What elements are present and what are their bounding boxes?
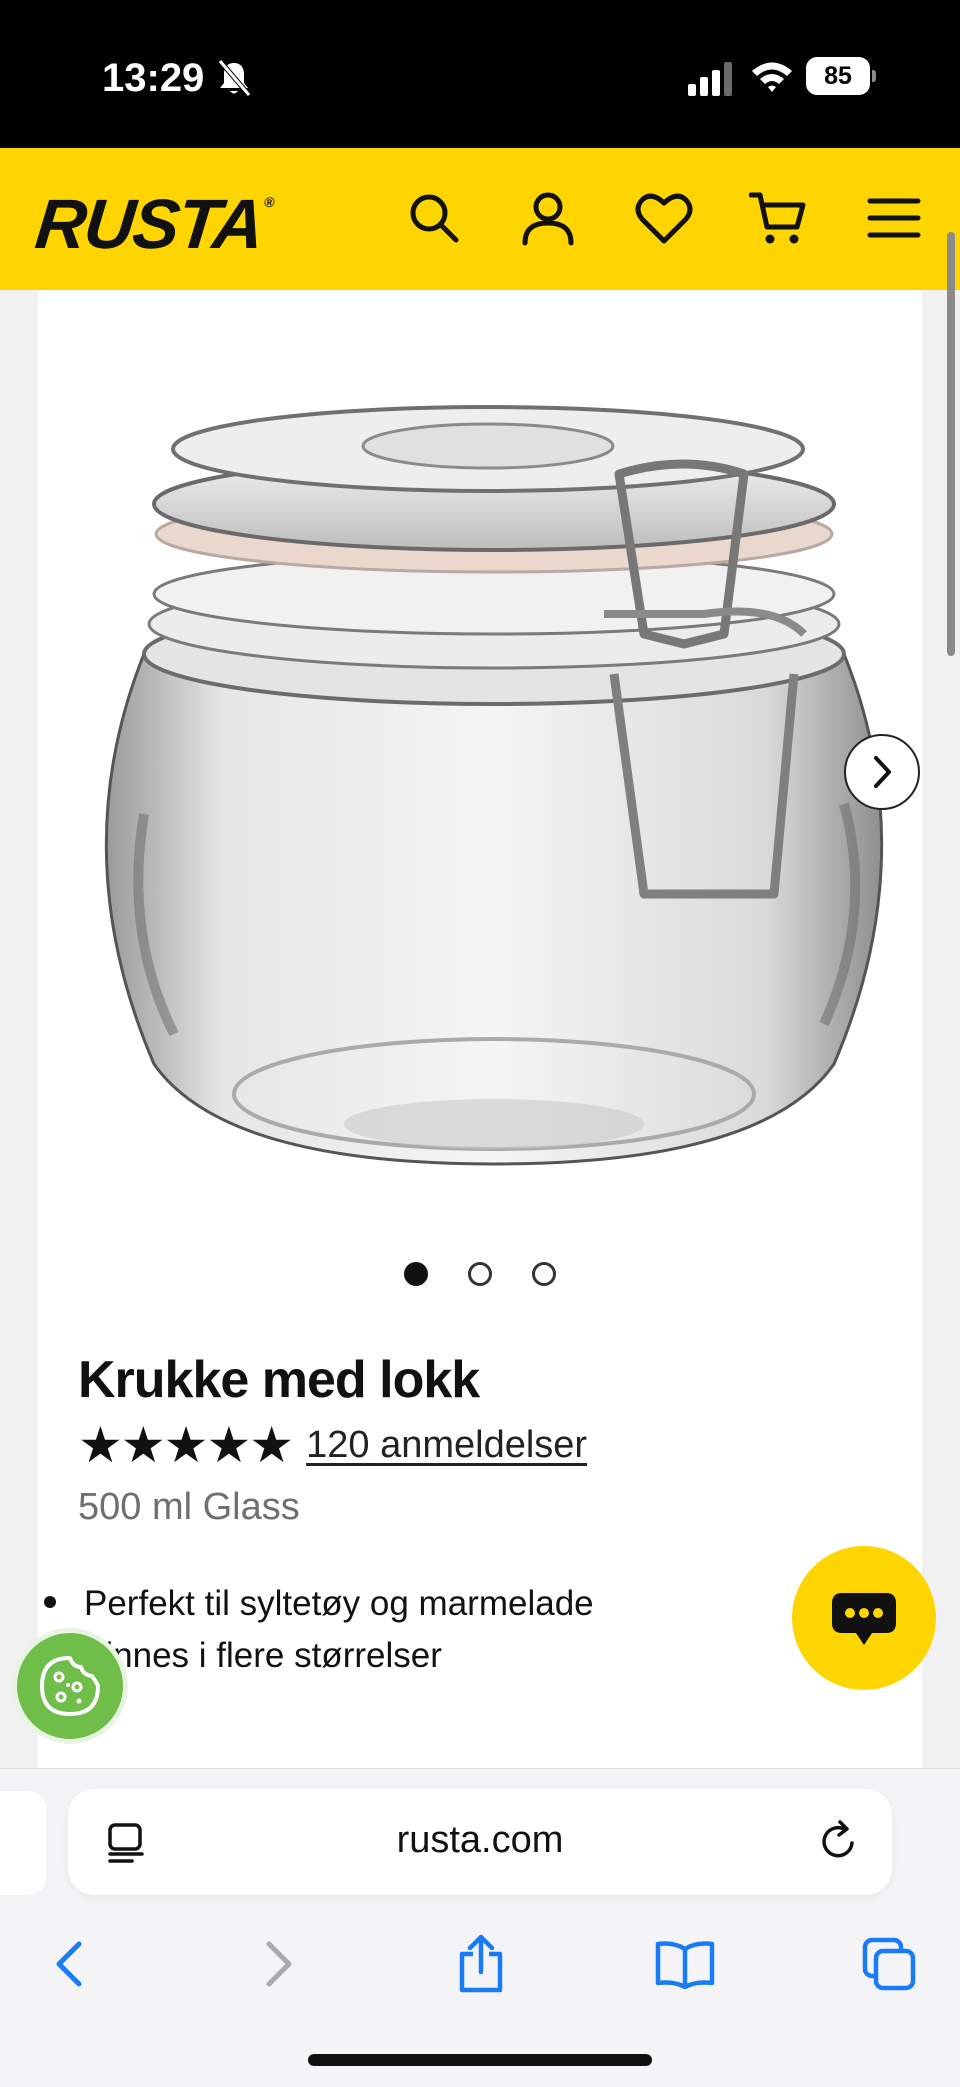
forward-button[interactable] (244, 1929, 314, 1999)
product-variant: 500 ml Glass (78, 1486, 300, 1528)
heart-icon (635, 193, 693, 244)
rusta-logo[interactable]: RUSTA® (32, 184, 275, 264)
home-indicator[interactable] (308, 2054, 652, 2066)
site-header: RUSTA® (0, 148, 960, 290)
feature-text: Perfekt til syltetøy og marmelade (84, 1584, 594, 1623)
chat-bubble-icon (832, 1593, 896, 1645)
chevron-right-icon (874, 756, 891, 788)
pagination-dot-1[interactable] (404, 1262, 428, 1286)
feature-item: Perfekt til syltetøy og marmelade (44, 1584, 594, 1624)
search-icon (410, 194, 459, 243)
menu-button[interactable] (864, 188, 924, 248)
cart-icon (749, 192, 806, 244)
wishlist-button[interactable] (634, 188, 694, 248)
logo-text: RUSTA (31, 185, 267, 263)
search-button[interactable] (404, 188, 464, 248)
image-next-button[interactable] (844, 734, 920, 810)
book-icon (655, 1941, 715, 1989)
image-pagination (404, 1262, 556, 1286)
account-icon (522, 192, 574, 246)
account-button[interactable] (518, 188, 578, 248)
product-card: Krukke med lokk ★★★★★ 120 anmeldelser 50… (38, 290, 922, 1770)
registered-mark: ® (263, 194, 274, 210)
tabs-icon (862, 1937, 916, 1991)
tabs-button[interactable] (854, 1929, 924, 1999)
chevron-right-icon (266, 1941, 292, 1987)
browser-toolbar: rusta.com (0, 1768, 960, 2087)
product-image[interactable] (84, 334, 904, 1184)
page-scrollbar[interactable] (947, 232, 955, 656)
chat-button[interactable] (792, 1546, 936, 1690)
bookmarks-button[interactable] (650, 1929, 720, 1999)
reviews-link[interactable]: 120 anmeldelser (306, 1424, 587, 1467)
cart-button[interactable] (748, 188, 808, 248)
battery-nub (872, 70, 876, 82)
bullet-dot (44, 1595, 56, 1608)
cell-signal-icon (688, 62, 732, 96)
chevron-left-icon (56, 1941, 82, 1987)
url-text: rusta.com (396, 1819, 564, 1861)
share-button[interactable] (446, 1929, 516, 1999)
silent-bell-icon (218, 59, 251, 97)
reload-icon[interactable] (814, 1817, 862, 1865)
product-title: Krukke med lokk (78, 1351, 480, 1409)
back-button[interactable] (34, 1929, 104, 1999)
status-time: 13:29 (102, 56, 205, 100)
battery-level: 85 (806, 57, 870, 95)
menu-icon (867, 198, 921, 238)
previous-tab-preview[interactable] (0, 1791, 46, 1895)
rating-stars: ★★★★★ (78, 1417, 294, 1473)
address-bar[interactable]: rusta.com (68, 1789, 892, 1895)
cookie-icon (40, 1656, 100, 1716)
pagination-dot-3[interactable] (532, 1262, 556, 1286)
wifi-icon (752, 62, 792, 92)
cookie-settings-button[interactable] (12, 1628, 128, 1744)
feature-text: Finnes i flere størrelser (84, 1636, 442, 1675)
status-bar: 13:29 85 (0, 0, 960, 148)
pagination-dot-2[interactable] (468, 1262, 492, 1286)
battery-indicator: 85 (806, 57, 876, 95)
share-icon (459, 1934, 503, 1993)
product-rating: ★★★★★ 120 anmeldelser (78, 1420, 587, 1470)
